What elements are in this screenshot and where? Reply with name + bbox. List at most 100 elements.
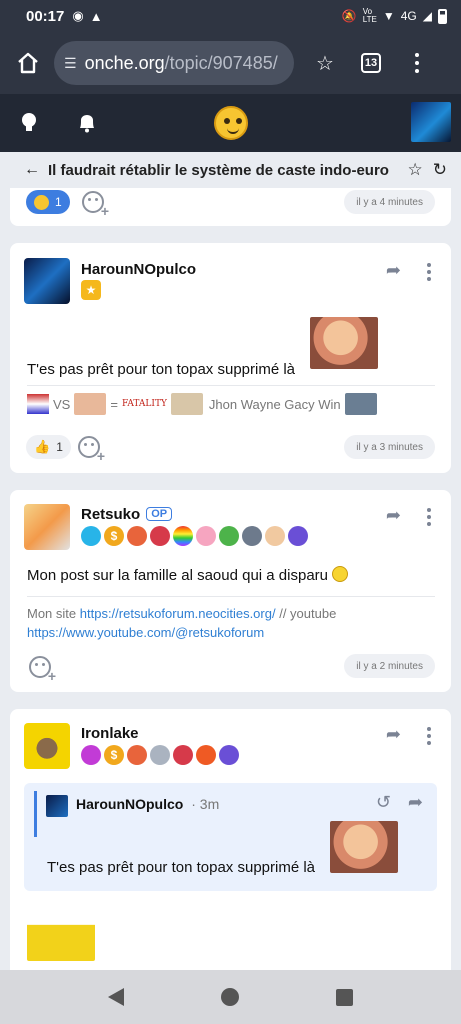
sig-link-youtube[interactable]: https://www.youtube.com/@retsukoforum [27,625,264,640]
author-avatar[interactable] [24,723,70,769]
nav-recents-icon[interactable] [335,988,353,1006]
topic-title: Il faudrait rétablir le système de caste… [48,161,389,179]
badges: ★ [81,280,101,300]
home-icon[interactable] [8,43,48,83]
mute-icon: 🔕 [341,9,357,23]
browser-toolbar: ☰ onche.org/topic/907485/ ☆ 13 [0,32,461,94]
sig-link-website[interactable]: https://retsukoforum.neocities.org/ [80,606,276,621]
nav-home-icon[interactable] [220,988,239,1006]
dollar-badge-icon: $ [104,526,124,546]
badges: $ [81,526,308,546]
author-name[interactable]: Retsuko OP [81,506,173,523]
url-bar[interactable]: ☰ onche.org/topic/907485/ [54,41,294,85]
sig-sticker-2 [74,393,107,415]
laugh-emoji-icon [34,194,49,210]
badges: $ [81,745,239,765]
risitas-sticker [310,317,378,369]
post-timestamp: il y a 3 minutes [344,435,435,459]
quote-author[interactable]: HarounNOpulco [76,796,183,812]
badge-icon [173,745,193,765]
site-settings-icon[interactable]: ☰ [64,55,77,72]
sync-icon: ◉ [72,8,84,23]
sig-sticker-4 [344,393,377,415]
badge-icon [288,526,308,546]
menu-kebab-icon[interactable] [394,41,440,85]
reaction-count: 1 [56,440,63,454]
badge-icon [196,745,216,765]
badge-icon [127,526,147,546]
url-path: /topic/907485/ [164,52,278,73]
quote-time: · 3m [191,796,220,812]
reaction-laugh[interactable]: 1 [26,190,70,214]
badge-icon [196,526,216,546]
volte-label: Vo LTE [362,7,377,24]
more-options-icon[interactable] [427,727,431,748]
author-name[interactable]: HarounNOpulco [81,261,196,278]
back-arrow-icon[interactable]: ← [24,161,40,179]
author-name-text: Retsuko [81,506,141,523]
badge-icon [219,745,239,765]
post-card: HarounNOpulco ➦ ★ T'es pas prêt pour ton… [10,243,451,473]
network-label: 4G [400,9,417,23]
sig-prefix: Mon site [27,606,77,621]
tab-count: 13 [361,53,381,73]
smiley-emoji-icon [332,566,349,582]
share-icon[interactable]: ➦ [408,792,423,813]
bookmark-star-icon[interactable]: ☆ [302,41,348,85]
post-message: Mon post sur la famille al saoud qui a d… [27,566,349,584]
add-reaction-icon[interactable] [78,436,105,464]
refresh-icon[interactable]: ↻ [433,160,447,180]
badge-icon [150,745,170,765]
tab-switcher-button[interactable]: 13 [348,41,394,85]
op-badge: OP [146,507,173,521]
more-options-icon[interactable] [427,263,431,284]
topic-title-bar: ← Il faudrait rétablir le système de cas… [0,152,461,188]
quote-text: T'es pas prêt pour ton topax supprimé là [47,859,316,876]
warning-icon: ▲ [89,8,103,24]
sig-vs: VS [53,396,71,412]
post-message-text: Mon post sur la famille al saoud qui a d… [27,567,328,584]
post-list: 1 il y a 4 minutes HarounNOpulco ➦ ★ T'e… [0,188,461,970]
badge-icon [81,745,101,765]
post-timestamp: il y a 2 minutes [344,654,435,678]
quoted-message: HarounNOpulco · 3m ↺ ➦ T'es pas prêt pou… [24,783,437,891]
share-icon[interactable]: ➦ [386,724,401,745]
site-header [0,94,461,152]
reaction-thumbs-up[interactable]: 👍 1 [26,435,71,459]
add-reaction-icon[interactable] [29,656,56,684]
quote-avatar[interactable] [46,795,68,817]
quote-header: HarounNOpulco · 3m [76,796,219,812]
sig-fatality: FATALITY [121,399,167,409]
share-icon[interactable]: ➦ [386,260,401,281]
share-icon[interactable]: ➦ [386,505,401,526]
site-logo-smiley[interactable] [214,106,248,140]
sig-sticker-3 [170,393,203,415]
nav-back-icon[interactable] [108,988,125,1006]
risitas-sticker [330,821,398,873]
signature: Mon site https://retsukoforum.neocities.… [27,604,437,642]
author-avatar[interactable] [24,504,70,550]
thumbs-up-icon: 👍 [34,439,51,454]
signature-separator [27,385,435,386]
status-bar: 00:17 ◉ ▲ 🔕 Vo LTE ▼ 4G ◢ [0,0,461,32]
signature: VS = FATALITY Jhon Wayne Gacy Win [27,393,377,415]
clock: 00:17 [26,7,65,25]
badge-icon [150,526,170,546]
author-name[interactable]: Ironlake [81,725,139,742]
history-icon[interactable]: ↺ [376,792,391,813]
notification-bell-icon[interactable] [74,110,100,136]
badge-icon [81,526,101,546]
quote-bar [34,791,37,837]
post-timestamp: il y a 4 minutes [344,190,435,214]
user-avatar[interactable] [411,102,451,142]
lightbulb-icon[interactable] [16,110,42,136]
favorite-star-icon[interactable]: ☆ [408,160,423,180]
sig-sticker-1 [27,394,49,414]
badge-icon [265,526,285,546]
more-options-icon[interactable] [427,508,431,529]
author-avatar[interactable] [24,258,70,304]
dollar-badge-icon: $ [104,745,124,765]
url-host: onche.org [84,52,165,73]
rainbow-badge-icon [173,526,193,546]
add-reaction-icon[interactable] [82,191,109,219]
